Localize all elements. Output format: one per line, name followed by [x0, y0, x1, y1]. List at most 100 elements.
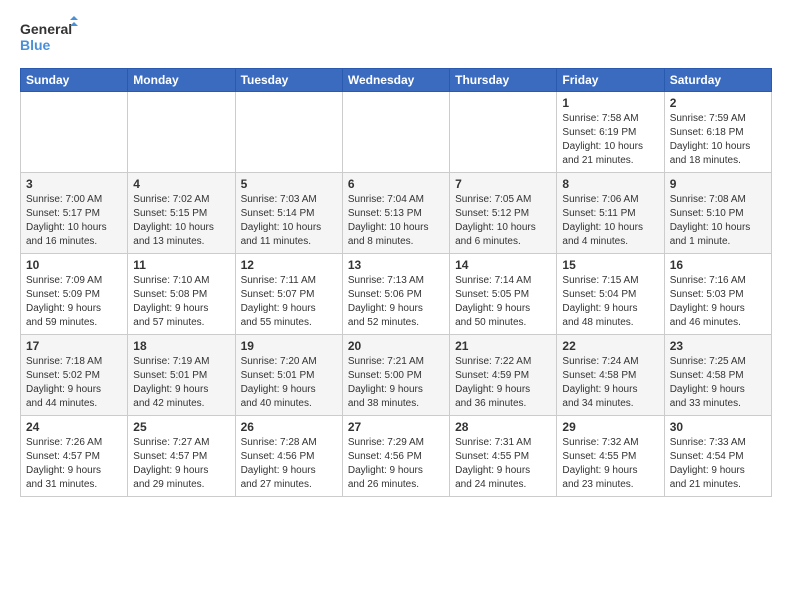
day-info: Sunrise: 7:02 AM Sunset: 5:15 PM Dayligh… [133, 193, 229, 249]
day-info: Sunrise: 7:59 AM Sunset: 6:18 PM Dayligh… [670, 112, 766, 168]
day-number: 27 [348, 420, 444, 434]
day-info: Sunrise: 7:08 AM Sunset: 5:10 PM Dayligh… [670, 193, 766, 249]
day-info: Sunrise: 7:26 AM Sunset: 4:57 PM Dayligh… [26, 436, 122, 492]
calendar-cell: 11 Sunrise: 7:10 AM Sunset: 5:08 PM Dayli… [128, 254, 235, 335]
day-info: Sunrise: 7:03 AM Sunset: 5:14 PM Dayligh… [241, 193, 337, 249]
calendar-cell: 7Sunrise: 7:05 AM Sunset: 5:12 PM Daylig… [450, 173, 557, 254]
calendar-cell: 17 Sunrise: 7:18 AM Sunset: 5:02 PM Dayli… [21, 335, 128, 416]
calendar-cell: 13Sunrise: 7:13 AM Sunset: 5:06 PM Dayli… [342, 254, 449, 335]
day-info: Sunrise: 7:06 AM Sunset: 5:11 PM Dayligh… [562, 193, 658, 249]
calendar-cell [235, 92, 342, 173]
calendar-cell: 6 Sunrise: 7:04 AM Sunset: 5:13 PM Daylig… [342, 173, 449, 254]
calendar-cell: 5Sunrise: 7:03 AM Sunset: 5:14 PM Daylig… [235, 173, 342, 254]
day-number: 19 [241, 339, 337, 353]
calendar-cell: 15 Sunrise: 7:15 AM Sunset: 5:04 PM Dayli… [557, 254, 664, 335]
day-info: Sunrise: 7:04 AM Sunset: 5:13 PM Dayligh… [348, 193, 444, 249]
header-wednesday: Wednesday [342, 69, 449, 92]
calendar-cell: 28 Sunrise: 7:31 AM Sunset: 4:55 PM Dayli… [450, 416, 557, 497]
day-number: 3 [26, 177, 122, 191]
day-number: 9 [670, 177, 766, 191]
day-info: Sunrise: 7:05 AM Sunset: 5:12 PM Dayligh… [455, 193, 551, 249]
calendar-table: SundayMondayTuesdayWednesdayThursdayFrid… [20, 68, 772, 497]
day-number: 2 [670, 96, 766, 110]
day-number: 18 [133, 339, 229, 353]
calendar-cell [21, 92, 128, 173]
svg-text:General: General [20, 21, 72, 37]
day-info: Sunrise: 7:25 AM Sunset: 4:58 PM Dayligh… [670, 355, 766, 411]
day-info: Sunrise: 7:15 AM Sunset: 5:04 PM Dayligh… [562, 274, 658, 330]
day-info: Sunrise: 7:14 AM Sunset: 5:05 PM Dayligh… [455, 274, 551, 330]
day-number: 12 [241, 258, 337, 272]
calendar-cell: 10Sunrise: 7:09 AM Sunset: 5:09 PM Dayli… [21, 254, 128, 335]
day-info: Sunrise: 7:32 AM Sunset: 4:55 PM Dayligh… [562, 436, 658, 492]
calendar-cell [128, 92, 235, 173]
calendar-cell: 8 Sunrise: 7:06 AM Sunset: 5:11 PM Daylig… [557, 173, 664, 254]
day-number: 28 [455, 420, 551, 434]
calendar-cell: 2 Sunrise: 7:59 AM Sunset: 6:18 PM Daylig… [664, 92, 771, 173]
page-header: General Blue [20, 16, 772, 60]
day-number: 30 [670, 420, 766, 434]
day-info: Sunrise: 7:21 AM Sunset: 5:00 PM Dayligh… [348, 355, 444, 411]
day-info: Sunrise: 7:28 AM Sunset: 4:56 PM Dayligh… [241, 436, 337, 492]
day-info: Sunrise: 7:58 AM Sunset: 6:19 PM Dayligh… [562, 112, 658, 168]
calendar-cell: 14 Sunrise: 7:14 AM Sunset: 5:05 PM Dayli… [450, 254, 557, 335]
day-number: 22 [562, 339, 658, 353]
calendar-cell: 18 Sunrise: 7:19 AM Sunset: 5:01 PM Dayli… [128, 335, 235, 416]
header-tuesday: Tuesday [235, 69, 342, 92]
day-number: 8 [562, 177, 658, 191]
calendar-cell: 21 Sunrise: 7:22 AM Sunset: 4:59 PM Dayli… [450, 335, 557, 416]
day-number: 10 [26, 258, 122, 272]
day-number: 17 [26, 339, 122, 353]
logo: General Blue [20, 16, 80, 60]
day-number: 21 [455, 339, 551, 353]
calendar-cell: 19 Sunrise: 7:20 AM Sunset: 5:01 PM Dayli… [235, 335, 342, 416]
calendar-cell: 20 Sunrise: 7:21 AM Sunset: 5:00 PM Dayli… [342, 335, 449, 416]
day-number: 20 [348, 339, 444, 353]
calendar-cell: 1 Sunrise: 7:58 AM Sunset: 6:19 PM Daylig… [557, 92, 664, 173]
calendar-cell: 24Sunrise: 7:26 AM Sunset: 4:57 PM Dayli… [21, 416, 128, 497]
calendar-cell: 16 Sunrise: 7:16 AM Sunset: 5:03 PM Dayli… [664, 254, 771, 335]
calendar-cell [450, 92, 557, 173]
calendar-cell: 26 Sunrise: 7:28 AM Sunset: 4:56 PM Dayli… [235, 416, 342, 497]
day-number: 23 [670, 339, 766, 353]
calendar-cell [342, 92, 449, 173]
calendar-cell: 23 Sunrise: 7:25 AM Sunset: 4:58 PM Dayli… [664, 335, 771, 416]
svg-text:Blue: Blue [20, 37, 51, 53]
day-info: Sunrise: 7:29 AM Sunset: 4:56 PM Dayligh… [348, 436, 444, 492]
day-number: 14 [455, 258, 551, 272]
calendar-cell: 22 Sunrise: 7:24 AM Sunset: 4:58 PM Dayli… [557, 335, 664, 416]
day-number: 25 [133, 420, 229, 434]
day-number: 11 [133, 258, 229, 272]
day-number: 4 [133, 177, 229, 191]
header-thursday: Thursday [450, 69, 557, 92]
day-number: 29 [562, 420, 658, 434]
day-info: Sunrise: 7:24 AM Sunset: 4:58 PM Dayligh… [562, 355, 658, 411]
calendar-cell: 12 Sunrise: 7:11 AM Sunset: 5:07 PM Dayli… [235, 254, 342, 335]
calendar-cell: 25Sunrise: 7:27 AM Sunset: 4:57 PM Dayli… [128, 416, 235, 497]
calendar-cell: 29 Sunrise: 7:32 AM Sunset: 4:55 PM Dayli… [557, 416, 664, 497]
day-info: Sunrise: 7:31 AM Sunset: 4:55 PM Dayligh… [455, 436, 551, 492]
day-number: 16 [670, 258, 766, 272]
header-friday: Friday [557, 69, 664, 92]
day-number: 13 [348, 258, 444, 272]
day-number: 1 [562, 96, 658, 110]
day-number: 6 [348, 177, 444, 191]
calendar-cell: 27 Sunrise: 7:29 AM Sunset: 4:56 PM Dayli… [342, 416, 449, 497]
header-saturday: Saturday [664, 69, 771, 92]
day-info: Sunrise: 7:20 AM Sunset: 5:01 PM Dayligh… [241, 355, 337, 411]
header-sunday: Sunday [21, 69, 128, 92]
calendar-cell: 4 Sunrise: 7:02 AM Sunset: 5:15 PM Daylig… [128, 173, 235, 254]
day-info: Sunrise: 7:16 AM Sunset: 5:03 PM Dayligh… [670, 274, 766, 330]
day-info: Sunrise: 7:10 AM Sunset: 5:08 PM Dayligh… [133, 274, 229, 330]
day-info: Sunrise: 7:18 AM Sunset: 5:02 PM Dayligh… [26, 355, 122, 411]
day-number: 15 [562, 258, 658, 272]
logo-icon: General Blue [20, 16, 80, 60]
header-monday: Monday [128, 69, 235, 92]
calendar-cell: 3Sunrise: 7:00 AM Sunset: 5:17 PM Daylig… [21, 173, 128, 254]
day-info: Sunrise: 7:11 AM Sunset: 5:07 PM Dayligh… [241, 274, 337, 330]
day-number: 26 [241, 420, 337, 434]
calendar-cell: 30Sunrise: 7:33 AM Sunset: 4:54 PM Dayli… [664, 416, 771, 497]
calendar-cell: 9 Sunrise: 7:08 AM Sunset: 5:10 PM Daylig… [664, 173, 771, 254]
day-info: Sunrise: 7:19 AM Sunset: 5:01 PM Dayligh… [133, 355, 229, 411]
day-info: Sunrise: 7:22 AM Sunset: 4:59 PM Dayligh… [455, 355, 551, 411]
